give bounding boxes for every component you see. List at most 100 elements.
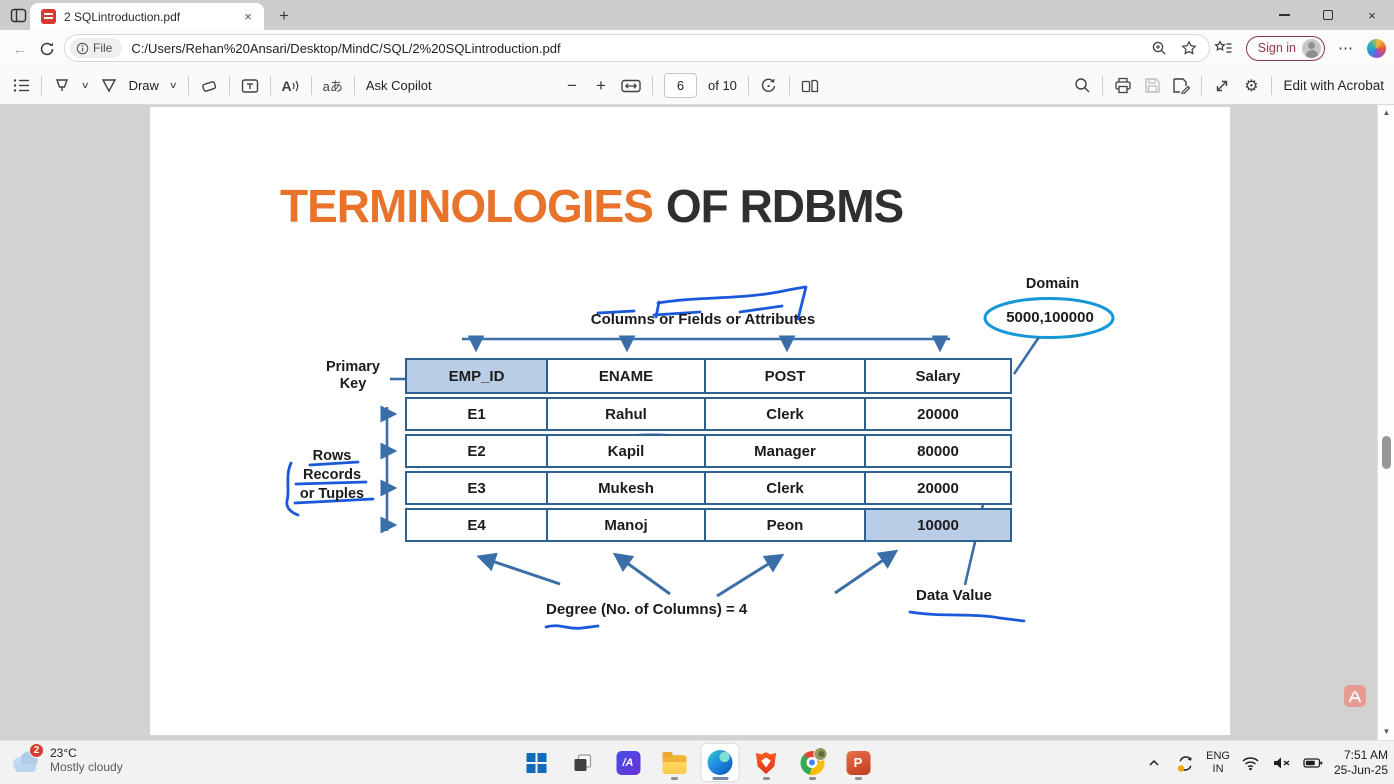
minimize-button[interactable]: [1262, 0, 1306, 30]
relation-table: EMP_ID ENAME POST Salary E1 Rahul Clerk …: [405, 358, 1012, 542]
chrome-profile-avatar: [813, 747, 827, 761]
url-field[interactable]: File C:/Users/Rehan%20Ansari/Desktop/Min…: [64, 34, 1210, 62]
table-cell: 80000: [866, 436, 1010, 466]
page-view-icon[interactable]: [801, 73, 819, 99]
tab-close-icon[interactable]: ×: [240, 9, 256, 25]
zoom-in-icon[interactable]: +: [592, 73, 610, 99]
browser-tab[interactable]: 2 SQLintroduction.pdf ×: [30, 3, 264, 30]
table-cell: 20000: [866, 473, 1010, 503]
highlight-tool-icon[interactable]: [53, 73, 71, 99]
rotate-icon[interactable]: [760, 73, 778, 99]
chrome-icon: [800, 751, 824, 775]
tray-date: 25-Jun-25: [1334, 763, 1388, 778]
translate-icon[interactable]: aあ: [323, 73, 343, 99]
table-cell: E1: [407, 399, 548, 429]
collections-icon[interactable]: [1214, 40, 1233, 57]
url-text: C:/Users/Rehan%20Ansari/Desktop/MindC/SQ…: [131, 41, 1137, 56]
scrollbar-thumb[interactable]: [1382, 436, 1391, 469]
sign-in-button[interactable]: Sign in: [1246, 36, 1325, 61]
clock-widget[interactable]: 7:51 AM 25-Jun-25: [1334, 748, 1388, 778]
brave-icon: [755, 751, 777, 775]
columns-label: Columns or Fields or Attributes: [580, 311, 826, 328]
battery-icon[interactable]: [1303, 753, 1323, 773]
table-row: E2 Kapil Manager 80000: [405, 434, 1012, 468]
address-right-cluster: Sign in ⋯: [1214, 34, 1386, 62]
powerpoint-button[interactable]: P: [840, 744, 877, 781]
table-cell: Manager: [706, 436, 866, 466]
tab-strip: 2 SQLintroduction.pdf × + ×: [0, 0, 1394, 30]
draw-tool-icon[interactable]: [100, 73, 118, 99]
zoom-out-icon[interactable]: −: [563, 73, 581, 99]
favorite-star-icon[interactable]: [1181, 40, 1197, 56]
draw-label[interactable]: Draw: [129, 78, 159, 93]
header-cell: Salary: [866, 360, 1010, 392]
degree-arrows: [480, 552, 895, 596]
file-explorer-button[interactable]: [656, 744, 693, 781]
chrome-button[interactable]: [794, 744, 831, 781]
weather-widget[interactable]: 2 23°C Mostly cloudy: [8, 745, 123, 775]
scroll-up-icon[interactable]: ▲: [1378, 105, 1394, 121]
erase-tool-icon[interactable]: [200, 73, 218, 99]
mind-app-button[interactable]: /A: [610, 744, 647, 781]
scroll-down-icon[interactable]: ▼: [1378, 724, 1394, 740]
print-icon[interactable]: [1114, 73, 1132, 99]
read-aloud-icon[interactable]: A: [282, 73, 300, 99]
hidden-icons-chevron[interactable]: [1144, 753, 1164, 773]
add-text-icon[interactable]: [241, 73, 259, 99]
close-window-button[interactable]: ×: [1350, 0, 1394, 30]
weather-condition: Mostly cloudy: [50, 760, 123, 774]
copilot-icon[interactable]: [1367, 39, 1386, 58]
maximize-button[interactable]: [1306, 0, 1350, 30]
notification-badge: 2: [29, 743, 44, 758]
language-indicator[interactable]: ENG IN: [1206, 750, 1230, 776]
new-tab-button[interactable]: +: [272, 5, 296, 27]
tab-actions-menu-icon[interactable]: [9, 6, 28, 25]
window-controls: ×: [1262, 0, 1394, 30]
draw-dropdown-icon[interactable]: ∨: [169, 80, 178, 91]
search-document-icon[interactable]: [1073, 73, 1091, 99]
fit-to-width-icon[interactable]: [621, 73, 641, 99]
wifi-icon[interactable]: [1241, 753, 1261, 773]
sign-in-label: Sign in: [1258, 41, 1296, 55]
table-row: E1 Rahul Clerk 20000: [405, 397, 1012, 431]
ask-copilot-button[interactable]: Ask Copilot: [366, 78, 432, 93]
table-header-row: EMP_ID ENAME POST Salary: [405, 358, 1012, 394]
refresh-icon[interactable]: [36, 38, 58, 60]
acrobat-floating-button[interactable]: [1344, 685, 1366, 707]
update-sync-icon[interactable]: [1175, 753, 1195, 773]
header-cell: EMP_ID: [407, 360, 548, 392]
page-number-input[interactable]: [664, 73, 697, 98]
table-cell-highlighted: 10000: [866, 510, 1010, 540]
weather-temp: 23°C: [50, 746, 123, 760]
pdf-settings-icon[interactable]: ⚙: [1242, 73, 1260, 99]
table-cell: E2: [407, 436, 548, 466]
address-bar-row: ← File C:/Users/Rehan%20Ansari/Desktop/M…: [0, 30, 1394, 67]
powerpoint-icon: P: [846, 751, 870, 775]
task-view-button[interactable]: [564, 744, 601, 781]
edge-button[interactable]: [702, 744, 739, 781]
domain-values-label: 5000,100000: [985, 309, 1115, 326]
slide-title: TERMINOLOGIESOF RDBMS: [280, 179, 903, 233]
volume-muted-icon[interactable]: [1272, 753, 1292, 773]
enter-fullscreen-icon[interactable]: [1213, 73, 1231, 99]
highlight-dropdown-icon[interactable]: ∨: [81, 80, 90, 91]
save-icon[interactable]: [1143, 73, 1161, 99]
edit-with-acrobat-button[interactable]: Edit with Acrobat: [1283, 78, 1384, 93]
table-of-contents-icon[interactable]: [12, 73, 30, 99]
profile-avatar: [1302, 39, 1321, 58]
zoom-page-icon[interactable]: [1151, 40, 1167, 56]
table-cell: Mukesh: [548, 473, 706, 503]
page-total-label: of 10: [708, 78, 737, 93]
table-cell: Clerk: [706, 399, 866, 429]
more-menu-icon[interactable]: ⋯: [1338, 39, 1354, 57]
table-cell: E3: [407, 473, 548, 503]
brave-button[interactable]: [748, 744, 785, 781]
vertical-scrollbar[interactable]: ▲ ▼: [1377, 105, 1394, 740]
header-cell: POST: [706, 360, 866, 392]
data-value-label: Data Value: [916, 587, 992, 604]
back-icon[interactable]: ←: [9, 38, 31, 60]
weather-cloud-icon: 2: [8, 745, 42, 775]
start-button[interactable]: [518, 744, 555, 781]
save-as-icon[interactable]: [1172, 73, 1190, 99]
pdf-page: TERMINOLOGIESOF RDBMS: [150, 107, 1230, 735]
